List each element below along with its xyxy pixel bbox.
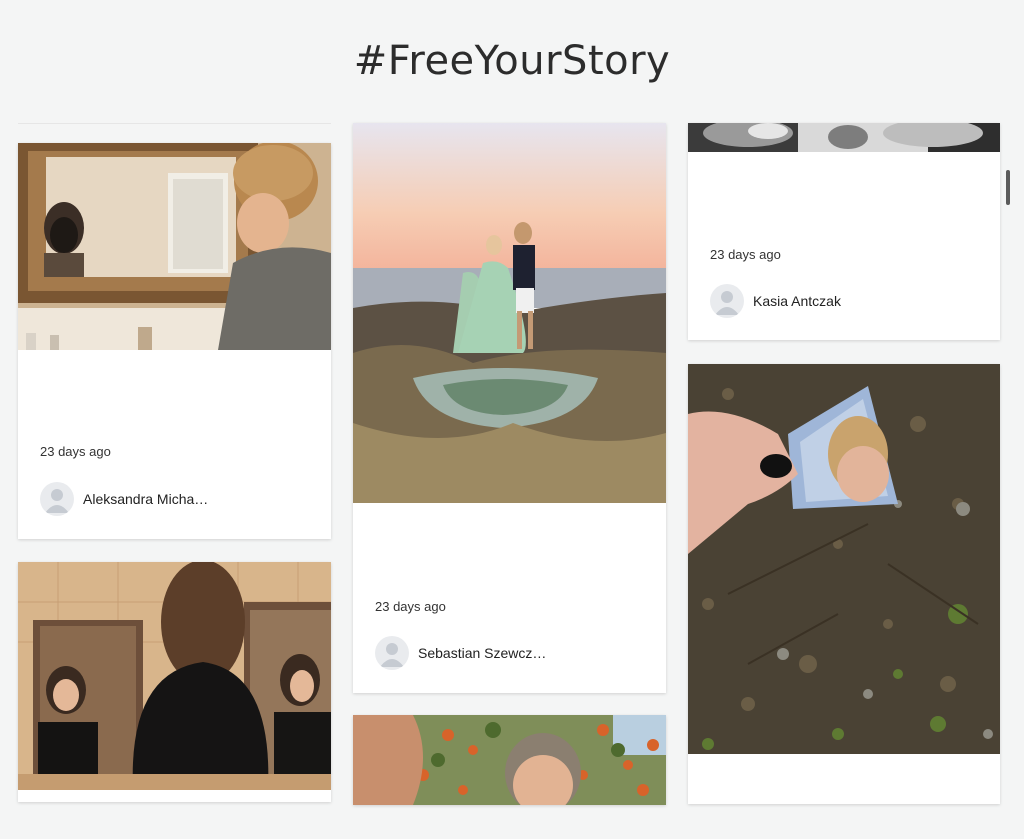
author-name: Kasia Antczak [753, 293, 841, 309]
scrollbar-thumb[interactable] [1006, 170, 1010, 205]
author-name: Sebastian Szewcz… [418, 645, 547, 661]
user-icon [715, 291, 739, 315]
post-card[interactable] [353, 715, 666, 805]
post-time: 23 days ago [375, 599, 446, 614]
post-card[interactable] [688, 364, 1000, 804]
post-time: 23 days ago [710, 247, 781, 262]
post-card[interactable] [18, 562, 331, 802]
post-author[interactable]: Kasia Antczak [710, 284, 841, 318]
avatar [40, 482, 74, 516]
page-title: #FreeYourStory [353, 38, 671, 84]
divider [18, 123, 331, 124]
post-card[interactable]: 23 days ago Aleksandra Micha… [18, 143, 331, 539]
woman-portrait-autumn-tree-photo[interactable] [353, 715, 666, 805]
woman-bathroom-mirrors-photo[interactable] [18, 562, 331, 790]
author-name: Aleksandra Micha… [83, 491, 209, 507]
woman-face-mask-mirror-photo[interactable] [18, 143, 331, 350]
user-icon [380, 643, 404, 667]
avatar [375, 636, 409, 670]
post-author[interactable]: Sebastian Szewcz… [375, 636, 546, 670]
post-author[interactable]: Aleksandra Micha… [40, 482, 208, 516]
post-time: 23 days ago [40, 444, 111, 459]
avatar [710, 284, 744, 318]
couple-on-rocks-by-sea-photo[interactable] [353, 123, 666, 503]
hand-holding-mirror-shard-photo[interactable] [688, 364, 1000, 754]
user-icon [45, 489, 69, 513]
glassware-photo[interactable] [688, 123, 1000, 152]
post-card[interactable]: 23 days ago Kasia Antczak [688, 123, 1000, 340]
post-card[interactable]: 23 days ago Sebastian Szewcz… [353, 123, 666, 693]
